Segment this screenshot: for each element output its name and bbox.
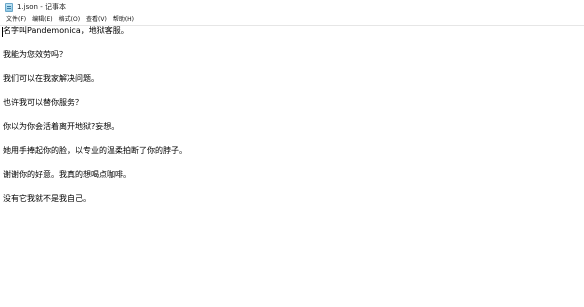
notepad-window: 1.json - 记事本 文件(F) 编辑(E) 格式(O) 查看(V) 帮助(…: [0, 0, 584, 307]
menu-file[interactable]: 文件(F): [3, 14, 29, 25]
title-bar[interactable]: 1.json - 记事本: [0, 0, 584, 14]
menu-bar: 文件(F) 编辑(E) 格式(O) 查看(V) 帮助(H): [0, 14, 584, 25]
editor-line: 我能为您效劳吗？: [3, 50, 67, 59]
editor-line: 也许我可以替你服务？: [3, 98, 83, 107]
menu-format[interactable]: 格式(O): [56, 14, 83, 25]
text-editor[interactable]: 名字叫Pandemonica，地狱客服。 我能为您效劳吗？ 我们可以在我家解决问…: [0, 26, 584, 307]
text-caret: [2, 27, 3, 37]
menu-help[interactable]: 帮助(H): [110, 14, 137, 25]
editor-line: 名字叫Pandemonica，地狱客服。: [3, 26, 129, 35]
menu-edit[interactable]: 编辑(E): [29, 14, 55, 25]
editor-line: 谢谢你的好意。我真的想喝点咖啡。: [3, 170, 131, 179]
editor-line: 你以为你会活着离开地狱?妄想。: [3, 122, 120, 131]
editor-line: 她用手捧起你的脸，以专业的温柔拍断了你的脖子。: [3, 146, 187, 155]
menu-view[interactable]: 查看(V): [83, 14, 110, 25]
editor-line: 我们可以在我家解决问题。: [3, 74, 99, 83]
window-title: 1.json - 记事本: [17, 3, 66, 11]
notepad-icon: [5, 3, 13, 12]
editor-line: 没有它我就不是我自己。: [3, 194, 91, 203]
